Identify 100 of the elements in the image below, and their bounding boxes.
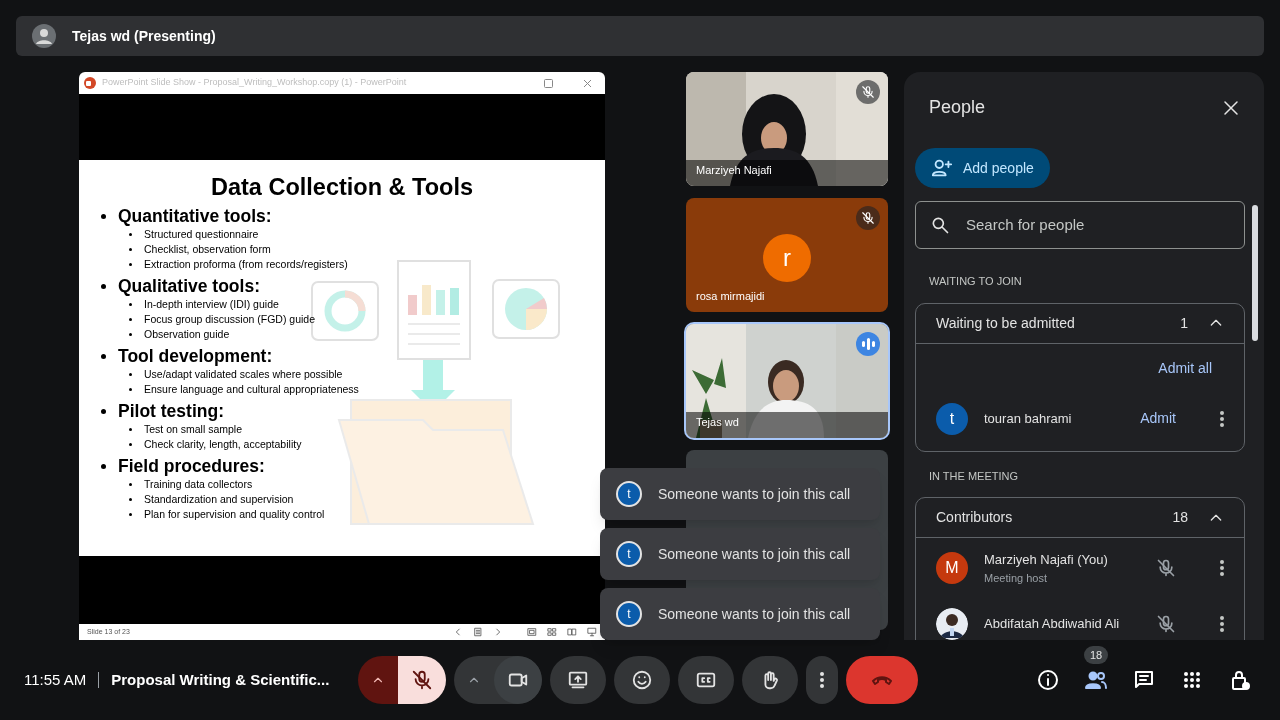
- bullet-icon: [129, 373, 132, 376]
- slide-title: Data Collection & Tools: [210, 173, 474, 202]
- bullet-icon: [129, 303, 132, 306]
- emoji-icon: [631, 669, 653, 691]
- more-options-icon[interactable]: [1220, 410, 1224, 427]
- leave-call-button[interactable]: [846, 656, 918, 704]
- hang-up-icon: [871, 675, 893, 685]
- previous-icon: [453, 627, 463, 637]
- slide-bullet: Ensure language and cultural appropriateness: [144, 382, 359, 397]
- participant-name: Tejas wd: [696, 414, 739, 430]
- meeting-title: Proposal Writing & Scientific...: [111, 669, 331, 690]
- captions-button[interactable]: [678, 656, 734, 704]
- person-name: Abdifatah Abdiwahid Ali: [984, 615, 1121, 634]
- mic-off-icon: [861, 85, 875, 99]
- slide-bullet: Plan for supervision and quality control: [144, 507, 325, 522]
- admit-button[interactable]: Admit: [1140, 408, 1176, 429]
- slide-bullet: Observation guide: [144, 327, 230, 342]
- group-count: 18: [1172, 508, 1188, 527]
- mic-off-icon: [1156, 558, 1176, 578]
- raise-hand-button[interactable]: [742, 656, 798, 704]
- group-title: Waiting to be admitted: [936, 313, 1076, 333]
- bullet-icon: [129, 263, 132, 266]
- slide-heading: Quantitative tools:: [118, 205, 272, 227]
- avatar: t: [616, 481, 642, 507]
- bullet-icon: [101, 353, 106, 359]
- person-role: Meeting host: [984, 570, 1048, 586]
- slide-heading: Tool development:: [118, 345, 273, 367]
- avatar: t: [936, 402, 968, 435]
- bullet-icon: [129, 333, 132, 336]
- section-label: IN THE MEETING: [929, 468, 1020, 484]
- bullet-icon: [101, 408, 106, 414]
- grid-view-icon: [547, 627, 557, 637]
- slide-bullet: Check clarity, length, acceptability: [144, 437, 302, 452]
- slide-bullet: Test on small sample: [144, 422, 243, 437]
- window-title: PowerPoint Slide Show - Proposal_Writing_Workshop.copy (1) - PowerPoint: [102, 76, 407, 90]
- app-logo-icon: [84, 77, 96, 89]
- bullet-icon: [129, 483, 132, 486]
- notes-icon: [473, 627, 483, 637]
- participant-tile[interactable]: Marziyeh Najafi: [686, 72, 888, 186]
- bullet-icon: [129, 233, 132, 236]
- more-options-icon[interactable]: [1220, 616, 1224, 632]
- participant-count-badge: 18: [1084, 646, 1109, 664]
- slide-heading: Qualitative tools:: [118, 275, 260, 297]
- group-header[interactable]: Contributors 18: [916, 498, 1244, 538]
- close-icon[interactable]: [583, 78, 592, 88]
- group-title: Contributors: [936, 508, 1014, 527]
- bullet-icon: [129, 248, 132, 251]
- slide-bullet: Extraction proforma (from records/registers): [144, 257, 348, 272]
- panel-title: People: [929, 96, 986, 119]
- present-screen-icon: [567, 669, 589, 691]
- microphone-button[interactable]: [398, 656, 446, 704]
- toast-message: Someone wants to join this call: [658, 544, 851, 564]
- join-request-toast[interactable]: t Someone wants to join this call: [600, 528, 880, 580]
- camera-button[interactable]: [494, 656, 542, 704]
- maximize-icon[interactable]: [544, 78, 553, 88]
- person-name: Marziyeh Najafi (You): [984, 551, 1109, 569]
- avatar-icon: [32, 24, 56, 48]
- bullet-icon: [129, 443, 132, 446]
- slide-heading: Field procedures:: [118, 455, 265, 477]
- info-icon: [1036, 668, 1060, 692]
- more-options-button[interactable]: [806, 656, 838, 704]
- bullet-icon: [129, 498, 132, 501]
- close-icon: [1222, 98, 1240, 117]
- slide-heading: Pilot testing:: [118, 400, 224, 422]
- participant-tile[interactable]: r rosa mirmajidi: [686, 198, 888, 312]
- presenter-name: Tejas wd (Presenting): [72, 26, 216, 46]
- slide-bullet: In-depth interview (IDI) guide: [144, 297, 279, 312]
- toast-message: Someone wants to join this call: [658, 484, 851, 504]
- slide-bullet: Checklist, observation form: [144, 242, 271, 257]
- admit-all-button[interactable]: Admit all: [1158, 357, 1212, 379]
- slide-bullet: Structured questionnaire: [144, 227, 259, 242]
- slide-bullet: Standardization and supervision: [144, 492, 294, 507]
- next-icon: [493, 627, 503, 637]
- more-options-icon: [820, 672, 824, 688]
- join-request-toast[interactable]: t Someone wants to join this call: [600, 588, 880, 640]
- mic-off-icon: [1156, 614, 1176, 634]
- clock: 11:55 AM: [24, 669, 87, 690]
- slide-bullet: Use/adapt validated scales where possible: [144, 367, 343, 382]
- group-header[interactable]: Waiting to be admitted 1: [916, 303, 1244, 344]
- slide-bullet: Training data collectors: [144, 477, 253, 492]
- join-request-toast[interactable]: t Someone wants to join this call: [600, 468, 880, 520]
- slideshow-view-icon: [587, 627, 597, 637]
- more-options-icon[interactable]: [1220, 560, 1224, 576]
- present-button[interactable]: [550, 656, 606, 704]
- add-person-icon: [931, 157, 953, 179]
- participant-name: rosa mirmajidi: [696, 288, 765, 304]
- reactions-button[interactable]: [614, 656, 670, 704]
- bullet-icon: [129, 428, 132, 431]
- avatar: t: [616, 601, 642, 627]
- participant-tile[interactable]: Tejas wd: [686, 324, 888, 438]
- mic-off-icon: [411, 669, 433, 691]
- search-field[interactable]: Search for people: [915, 201, 1245, 249]
- add-people-button[interactable]: Add people: [915, 148, 1050, 188]
- person-name: touran bahrami: [984, 409, 1073, 428]
- group-count: 1: [1180, 313, 1188, 333]
- toast-message: Someone wants to join this call: [658, 604, 851, 624]
- search-input[interactable]: Search for people: [966, 213, 1216, 237]
- bullet-icon: [101, 463, 106, 469]
- bullet-icon: [129, 318, 132, 321]
- section-label: WAITING TO JOIN: [929, 274, 1023, 289]
